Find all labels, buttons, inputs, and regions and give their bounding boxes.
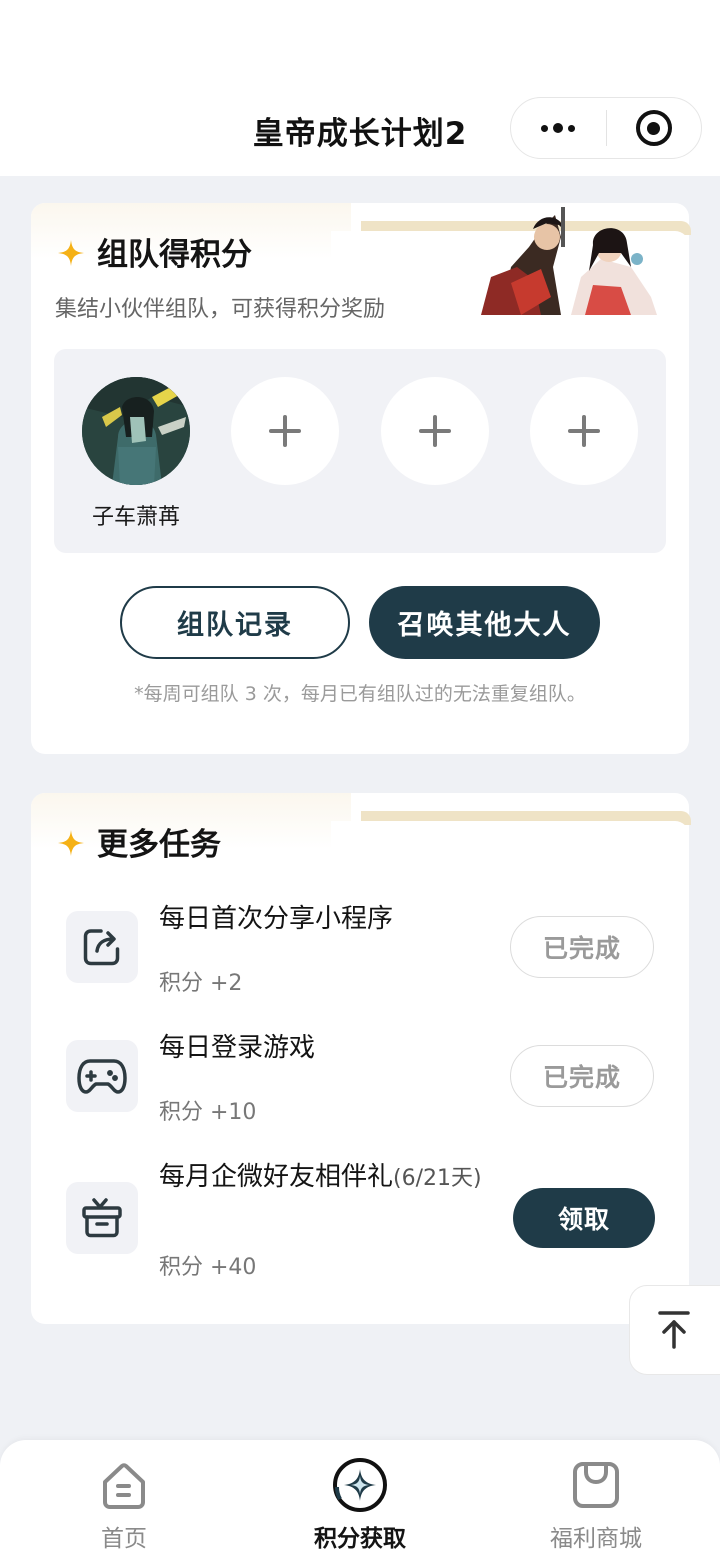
shopping-bag-icon [568, 1457, 624, 1513]
team-slots-panel: 子车萧苒 [54, 349, 666, 553]
close-button[interactable] [607, 98, 702, 158]
task-row: 每日登录游戏 积分 +10 已完成 [31, 1032, 689, 1142]
tab-home-label: 首页 [101, 1526, 147, 1552]
card-header-bg [331, 821, 689, 861]
member-name: 子车萧苒 [91, 505, 180, 530]
task-points: 积分 +40 [159, 1255, 257, 1280]
bottom-tab-bar: 首页 积分获取 福利商城 [0, 1440, 720, 1568]
team-card: 组队得积分 集结小伙伴组队，可获得积分奖励 子车萧苒 组队记录 召唤其他大人 *… [31, 203, 691, 754]
task-row: 每月企微好友相伴礼(6/21天) 积分 +40 领取 [31, 1161, 689, 1280]
empty-slot-add-button[interactable] [381, 377, 489, 485]
plus-icon [568, 415, 600, 447]
team-section-title: 组队得积分 [57, 229, 252, 274]
arrow-up-to-top-icon [658, 1311, 690, 1349]
gift-box-icon [66, 1182, 138, 1254]
tab-welfare-mall-label: 福利商城 [550, 1526, 642, 1552]
more-dots-icon [541, 123, 576, 133]
claim-button[interactable]: 领取 [513, 1188, 655, 1248]
task-title: 每日登录游戏 [159, 1032, 489, 1065]
plus-icon [419, 415, 451, 447]
tab-points[interactable]: 积分获取 [260, 1440, 460, 1568]
share-icon [66, 911, 138, 983]
tab-home[interactable]: 首页 [24, 1440, 224, 1568]
task-title-text: 每日首次分享小程序 [159, 904, 394, 934]
tasks-section-title-text: 更多任务 [97, 827, 221, 863]
target-circle-icon [635, 110, 672, 146]
tasks-section-title: 更多任务 [57, 819, 221, 864]
home-icon [96, 1457, 152, 1513]
task-title-text: 每月企微好友相伴礼 [159, 1162, 394, 1192]
characters-illustration [481, 207, 661, 315]
task-points: 积分 +2 [159, 971, 243, 996]
task-title: 每月企微好友相伴礼(6/21天) [159, 1161, 489, 1195]
back-to-top-button[interactable] [629, 1285, 720, 1375]
invite-others-button[interactable]: 召唤其他大人 [369, 586, 600, 659]
member-avatar[interactable] [82, 377, 190, 485]
empty-slot-add-button[interactable] [530, 377, 638, 485]
more-button[interactable] [511, 98, 606, 158]
tab-welfare-mall[interactable]: 福利商城 [496, 1440, 696, 1568]
task-completed-button[interactable]: 已完成 [510, 916, 654, 978]
task-row: 每日首次分享小程序 积分 +2 已完成 [31, 903, 689, 1013]
navigation-bar: 皇帝成长计划2 [0, 0, 720, 176]
tab-points-label: 积分获取 [314, 1526, 406, 1552]
plus-icon [269, 415, 301, 447]
team-rule-note: *每周可组队 3 次，每月已有组队过的无法重复组队。 [134, 683, 586, 705]
team-record-button[interactable]: 组队记录 [120, 586, 350, 659]
task-progress-text: (6/21天) [393, 1166, 482, 1191]
sparkle-star-icon [57, 239, 84, 266]
gamepad-icon [66, 1040, 138, 1112]
task-title: 每日首次分享小程序 [159, 903, 489, 936]
team-section-subtitle: 集结小伙伴组队，可获得积分奖励 [55, 297, 386, 322]
task-completed-button[interactable]: 已完成 [510, 1045, 654, 1107]
empty-slot-add-button[interactable] [231, 377, 339, 485]
tasks-card: 更多任务 每日首次分享小程序 积分 +2 已完成 每日登录游戏 积分 +10 已… [31, 793, 691, 1324]
mini-program-capsule [510, 97, 702, 159]
points-star-icon [332, 1457, 388, 1513]
task-title-text: 每日登录游戏 [159, 1033, 316, 1063]
sparkle-star-icon [57, 829, 84, 856]
team-section-title-text: 组队得积分 [97, 237, 252, 273]
task-points: 积分 +10 [159, 1100, 257, 1125]
